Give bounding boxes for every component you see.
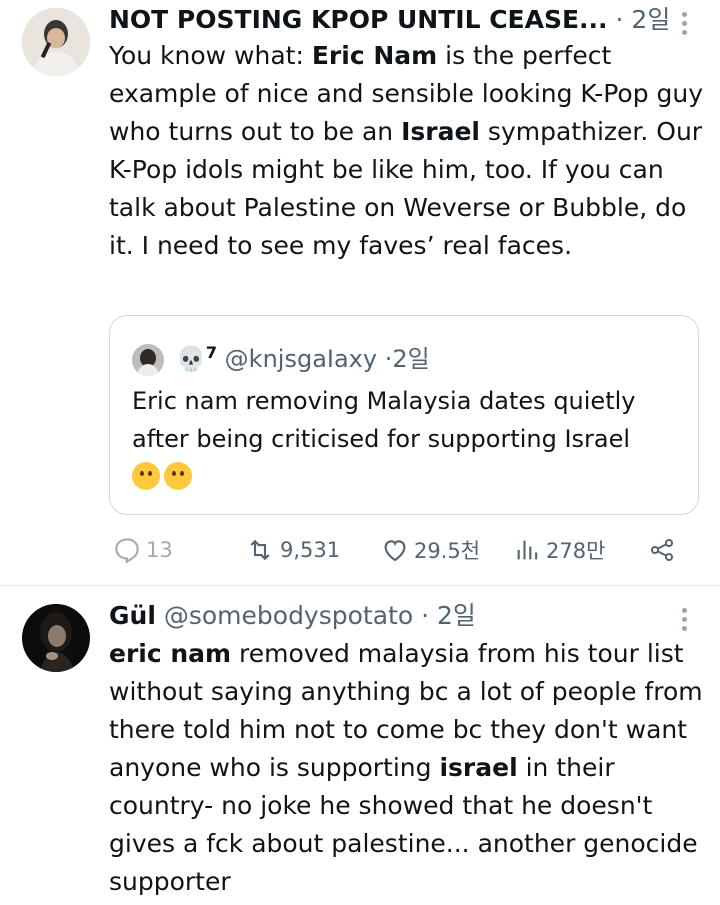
like-button[interactable]: 29.5천 [380,530,480,570]
user-avatar[interactable] [22,8,90,76]
slightly-smiling-face-icon [164,462,192,490]
more-icon[interactable] [682,12,688,39]
quoted-text-content: Eric nam removing Malaysia dates quietly… [132,387,636,453]
keyword-israel: Israel [401,117,480,146]
repost-button[interactable]: 9,531 [244,530,340,570]
avatar-photo [22,8,90,76]
quoted-name-emoji: 💀 [176,345,206,373]
slightly-smiling-face-icon [132,462,160,490]
like-count: 29.5천 [414,539,481,563]
repost-count: 9,531 [280,538,341,562]
views-count: 278만 [546,539,606,563]
post-1[interactable]: NOT POSTING KPOP UNTIL CEASE... · 2일 You… [0,0,720,585]
reply-button[interactable]: 13 [112,530,173,570]
separator-dot: · [421,601,430,630]
post-header: NOT POSTING KPOP UNTIL CEASE... · 2일 [109,4,670,36]
quoted-handle[interactable]: @knjsgaIaxy [225,345,377,373]
post-time[interactable]: 2일 [631,5,670,34]
quoted-name-sup: 7 [205,343,218,362]
share-button[interactable] [648,530,680,570]
user-handle[interactable]: @somebodyspotato [164,601,413,630]
views-icon [517,540,538,560]
post-time[interactable]: 2일 [437,601,476,630]
like-icon [384,540,406,562]
keyword-eric-nam: eric nam [109,639,232,668]
quoted-avatar [132,344,164,376]
share-icon [650,538,674,562]
post-text: You know what: Eric Nam is the perfect e… [109,37,709,265]
quoted-post[interactable]: 💀7 @knjsgaIaxy ·2일 Eric nam removing Mal… [109,315,699,515]
avatar-photo [22,604,90,672]
reply-count: 13 [146,538,173,562]
keyword-israel: israel [439,753,518,782]
post-header: Gül @somebodyspotato · 2일 [109,600,476,632]
post-text: eric nam removed malaysia from his tour … [109,635,709,901]
quoted-header: 💀7 @knjsgaIaxy ·2일 [132,338,430,376]
quoted-time: 2일 [392,345,430,373]
separator-dot: · [615,5,624,34]
mention-eric-nam: Eric Nam [311,41,438,70]
quoted-text: Eric nam removing Malaysia dates quietly… [132,382,692,496]
display-name[interactable]: Gül [109,601,156,630]
display-name[interactable]: NOT POSTING KPOP UNTIL CEASE... [109,5,608,34]
repost-icon [250,539,270,561]
post-2[interactable]: Gül @somebodyspotato · 2일 eric nam remov… [0,586,720,905]
user-avatar[interactable] [22,604,90,672]
views-button[interactable]: 278만 [514,530,605,570]
more-icon[interactable] [682,608,688,635]
action-bar: 13 9,531 29.5천 278만 [0,530,720,570]
text-segment: You know what: [109,41,312,70]
reply-icon [115,538,139,564]
